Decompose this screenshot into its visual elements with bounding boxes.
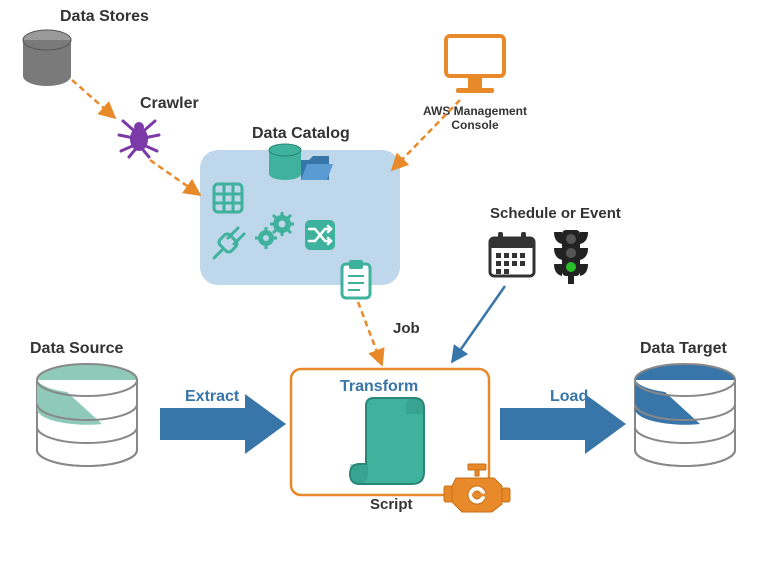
arrow-job-to-transform bbox=[358, 302, 382, 365]
arrow-extract bbox=[160, 394, 286, 454]
arrow-console-to-catalog bbox=[392, 100, 460, 170]
arrows-layer bbox=[0, 0, 768, 576]
arrow-load bbox=[500, 394, 626, 454]
arrow-crawler-to-catalog bbox=[150, 160, 200, 195]
arrow-schedule-to-transform bbox=[452, 286, 505, 362]
diagram-canvas: Data Stores Crawler Data Catalog AWS Man… bbox=[0, 0, 768, 576]
arrow-store-to-crawler bbox=[72, 80, 115, 118]
